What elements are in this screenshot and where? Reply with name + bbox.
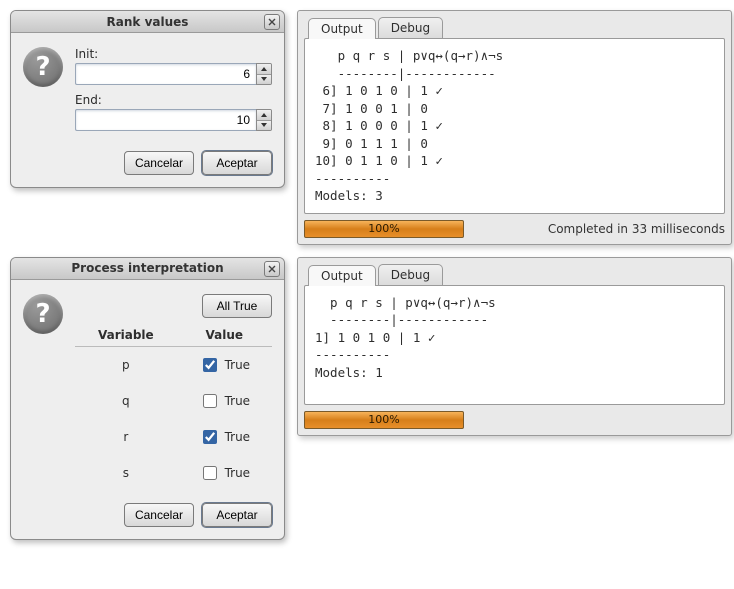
question-icon: ?	[23, 294, 63, 334]
progress-text: 100%	[368, 222, 399, 235]
variable-value-cell: True	[177, 419, 272, 455]
output-terminal-top: p q r s | p∨q↔(q→r)∧¬s --------|--------…	[304, 38, 725, 214]
init-input[interactable]	[75, 63, 256, 85]
rank-title: Rank values	[107, 15, 189, 29]
variables-table: Variable Value p True q True r True s True	[75, 324, 272, 491]
close-icon[interactable]	[264, 14, 280, 30]
variable-name: r	[75, 419, 177, 455]
value-label: True	[225, 430, 251, 444]
tab-debug[interactable]: Debug	[378, 264, 443, 285]
init-spin-down[interactable]	[257, 74, 271, 85]
accept-button[interactable]: Aceptar	[202, 151, 272, 175]
cancel-button[interactable]: Cancelar	[124, 151, 194, 175]
progress-text: 100%	[368, 413, 399, 426]
output-panel-top: Output Debug p q r s | p∨q↔(q→r)∧¬s ----…	[297, 10, 732, 245]
tab-debug[interactable]: Debug	[378, 17, 443, 38]
progress-bar-bottom: 100%	[304, 411, 464, 429]
question-icon: ?	[23, 47, 63, 87]
output-panel-bottom: Output Debug p q r s | p∨q↔(q→r)∧¬s ----…	[297, 257, 732, 436]
variable-name: s	[75, 455, 177, 491]
value-label: True	[225, 466, 251, 480]
completed-label: Completed in 33 milliseconds	[548, 222, 725, 236]
proc-title: Process interpretation	[71, 261, 223, 275]
table-row: r True	[75, 419, 272, 455]
progress-bar-top: 100%	[304, 220, 464, 238]
close-icon[interactable]	[264, 261, 280, 277]
value-checkbox[interactable]	[203, 394, 217, 408]
end-input[interactable]	[75, 109, 256, 131]
init-spin-up[interactable]	[257, 64, 271, 74]
value-checkbox[interactable]	[203, 466, 217, 480]
variable-value-cell: True	[177, 383, 272, 419]
variable-name: q	[75, 383, 177, 419]
init-label: Init:	[75, 47, 272, 61]
value-checkbox[interactable]	[203, 358, 217, 372]
table-row: q True	[75, 383, 272, 419]
end-label: End:	[75, 93, 272, 107]
process-interpretation-dialog: Process interpretation ? All True Variab…	[10, 257, 285, 540]
rank-values-dialog: Rank values ? Init: End:	[10, 10, 285, 188]
value-checkbox[interactable]	[203, 430, 217, 444]
variable-value-cell: True	[177, 455, 272, 491]
end-spin-up[interactable]	[257, 110, 271, 120]
accept-button[interactable]: Aceptar	[202, 503, 272, 527]
value-label: True	[225, 358, 251, 372]
end-spin-down[interactable]	[257, 120, 271, 131]
variable-name: p	[75, 346, 177, 383]
col-value: Value	[177, 324, 272, 347]
cancel-button[interactable]: Cancelar	[124, 503, 194, 527]
tab-output[interactable]: Output	[308, 265, 376, 286]
value-label: True	[225, 394, 251, 408]
output-terminal-bottom: p q r s | p∨q↔(q→r)∧¬s --------|--------…	[304, 285, 725, 405]
tab-output[interactable]: Output	[308, 18, 376, 39]
all-true-button[interactable]: All True	[202, 294, 272, 318]
proc-titlebar: Process interpretation	[11, 258, 284, 280]
table-row: s True	[75, 455, 272, 491]
table-row: p True	[75, 346, 272, 383]
variable-value-cell: True	[177, 346, 272, 383]
col-variable: Variable	[75, 324, 177, 347]
rank-titlebar: Rank values	[11, 11, 284, 33]
